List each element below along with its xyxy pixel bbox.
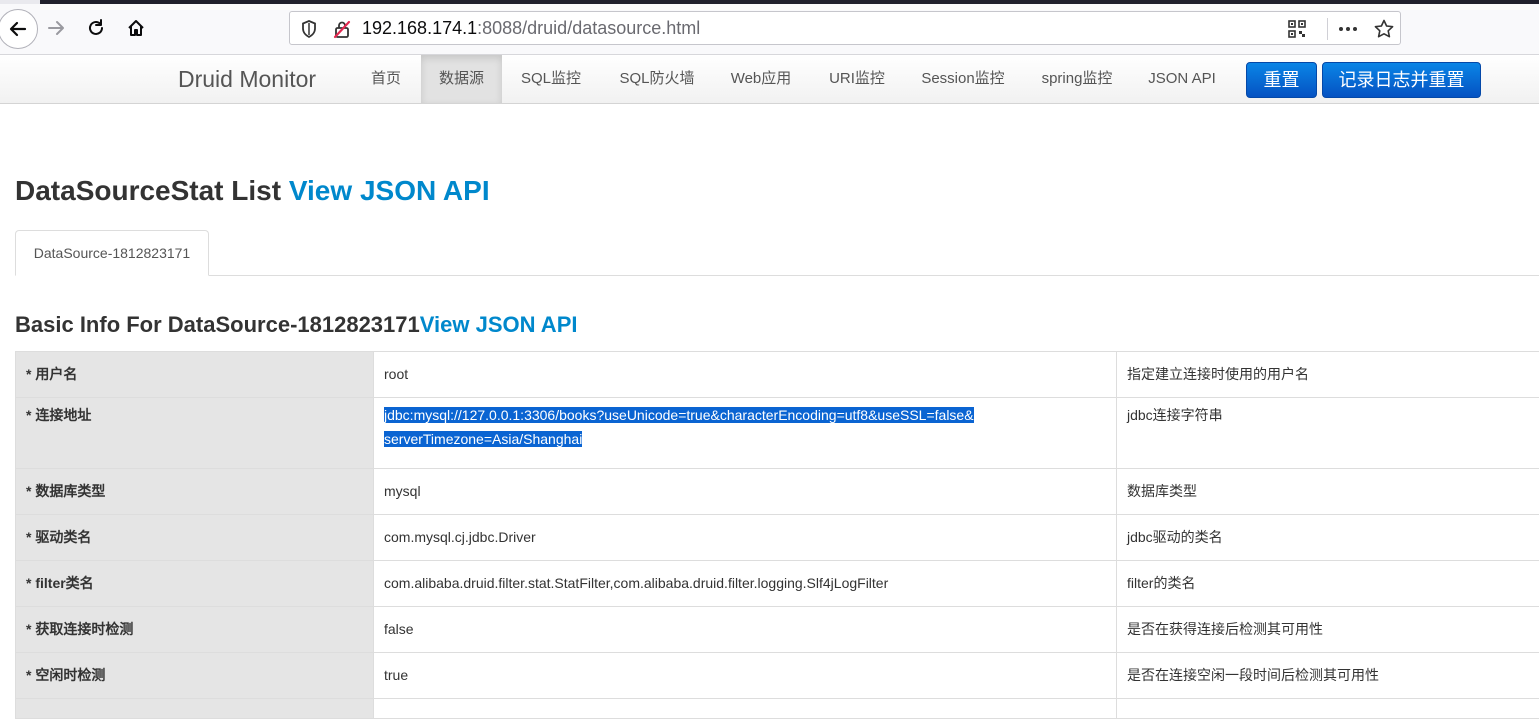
row-desc: 是否在获得连接后检测其可用性 xyxy=(1117,607,1539,653)
nav-spring-monitor[interactable]: spring监控 xyxy=(1028,55,1126,103)
shield-icon[interactable] xyxy=(300,19,318,39)
forward-button[interactable] xyxy=(40,12,72,44)
row-value: true xyxy=(374,653,1117,699)
table-row: * 数据库类型 mysql 数据库类型 xyxy=(16,469,1539,515)
page-title-text: DataSourceStat List xyxy=(15,175,289,206)
reload-icon xyxy=(86,18,106,38)
arrow-right-icon xyxy=(46,18,66,38)
row-value: mysql xyxy=(374,469,1117,515)
nav-sql-firewall[interactable]: SQL防火墙 xyxy=(605,55,709,103)
section-json-api-link[interactable]: View JSON API xyxy=(420,312,578,337)
row-key: * 获取连接时检测 xyxy=(16,607,374,653)
row-key: * 连接地址 xyxy=(16,398,374,469)
more-actions-icon[interactable] xyxy=(1337,22,1359,36)
row-desc: 数据库类型 xyxy=(1117,469,1539,515)
insecure-lock-icon[interactable] xyxy=(332,19,352,39)
table-row: * filter类名 com.alibaba.druid.filter.stat… xyxy=(16,561,1539,607)
row-desc: jdbc驱动的类名 xyxy=(1117,515,1539,561)
row-value: jdbc:mysql://127.0.0.1:3306/books?useUni… xyxy=(374,398,1117,469)
row-key xyxy=(16,699,374,719)
selected-url-line1[interactable]: jdbc:mysql://127.0.0.1:3306/books?useUni… xyxy=(384,407,974,423)
section-title-text: Basic Info For DataSource-1812823171 xyxy=(15,312,420,337)
reset-button[interactable]: 重置 xyxy=(1246,62,1317,98)
home-button[interactable] xyxy=(120,12,152,44)
row-value xyxy=(374,699,1117,719)
brand-title[interactable]: Druid Monitor xyxy=(178,66,316,93)
row-desc: 指定建立连接时使用的用户名 xyxy=(1117,352,1539,398)
row-desc: 是否在连接空闲一段时间后检测其可用性 xyxy=(1117,653,1539,699)
page-title: DataSourceStat List View JSON API xyxy=(15,175,490,207)
row-key: * 用户名 xyxy=(16,352,374,398)
home-icon xyxy=(126,18,146,38)
arrow-left-icon xyxy=(8,19,28,39)
table-row: * 空闲时检测 true 是否在连接空闲一段时间后检测其可用性 xyxy=(16,653,1539,699)
table-row: * 获取连接时检测 false 是否在获得连接后检测其可用性 xyxy=(16,607,1539,653)
nav-web-app[interactable]: Web应用 xyxy=(717,55,805,103)
browser-toolbar: 192.168.174.1:8088/druid/datasource.html xyxy=(0,4,1539,55)
row-key: * 空闲时检测 xyxy=(16,653,374,699)
reload-button[interactable] xyxy=(80,12,112,44)
view-json-api-link[interactable]: View JSON API xyxy=(289,175,490,206)
row-value: false xyxy=(374,607,1117,653)
nav-datasource[interactable]: 数据源 xyxy=(421,55,502,103)
back-button[interactable] xyxy=(0,9,38,49)
selected-url-line2[interactable]: serverTimezone=Asia/Shanghai xyxy=(384,431,582,447)
row-value: root xyxy=(374,352,1117,398)
url-text[interactable]: 192.168.174.1:8088/druid/datasource.html xyxy=(362,18,700,39)
table-row: * 用户名 root 指定建立连接时使用的用户名 xyxy=(16,352,1539,398)
nav-uri-monitor[interactable]: URI监控 xyxy=(815,55,899,103)
app-navbar: Druid Monitor 首页 数据源 SQL监控 SQL防火墙 Web应用 … xyxy=(0,55,1539,104)
url-bar[interactable]: 192.168.174.1:8088/druid/datasource.html xyxy=(289,11,1401,45)
url-path: :8088/druid/datasource.html xyxy=(477,18,700,38)
tab-datasource[interactable]: DataSource-1812823171 xyxy=(15,230,209,276)
row-value: com.mysql.cj.jdbc.Driver xyxy=(374,515,1117,561)
row-desc: filter的类名 xyxy=(1117,561,1539,607)
bookmark-star-icon[interactable] xyxy=(1373,18,1395,40)
nav-json-api[interactable]: JSON API xyxy=(1135,55,1229,103)
nav-home[interactable]: 首页 xyxy=(357,55,415,103)
row-key: * 驱动类名 xyxy=(16,515,374,561)
table-row: * 驱动类名 com.mysql.cj.jdbc.Driver jdbc驱动的类… xyxy=(16,515,1539,561)
nav-session-monitor[interactable]: Session监控 xyxy=(907,55,1019,103)
table-row: * 连接地址 jdbc:mysql://127.0.0.1:3306/books… xyxy=(16,398,1539,469)
url-host: 192.168.174.1 xyxy=(362,18,477,38)
nav-sql-monitor[interactable]: SQL监控 xyxy=(507,55,595,103)
qr-code-icon[interactable] xyxy=(1288,20,1306,38)
row-desc xyxy=(1117,699,1539,719)
row-key: * filter类名 xyxy=(16,561,374,607)
table-row xyxy=(16,699,1539,719)
row-key: * 数据库类型 xyxy=(16,469,374,515)
log-and-reset-button[interactable]: 记录日志并重置 xyxy=(1322,62,1481,98)
row-value: com.alibaba.druid.filter.stat.StatFilter… xyxy=(374,561,1117,607)
row-desc: jdbc连接字符串 xyxy=(1117,398,1539,469)
basic-info-table: * 用户名 root 指定建立连接时使用的用户名 * 连接地址 jdbc:mys… xyxy=(15,351,1539,719)
section-title: Basic Info For DataSource-1812823171View… xyxy=(15,312,577,338)
tab-divider xyxy=(15,275,1539,276)
